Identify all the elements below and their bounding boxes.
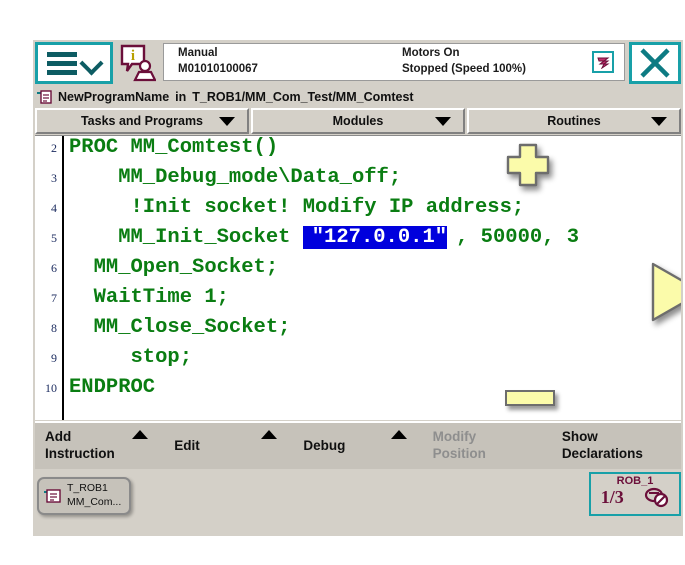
operator-info-button[interactable]: i [113,40,163,86]
edit-button[interactable]: Edit [164,423,293,469]
line-number: 10 [35,381,60,396]
code-text: MM_Close_Socket; [60,316,290,339]
line-number: 2 [35,141,60,156]
caret-down-icon [219,117,235,126]
task-fraction-label: 1/3 [601,487,624,508]
program-editor-icon [43,486,63,506]
controller-id-label: M01010100067 [178,62,388,78]
caret-down-icon [651,117,667,126]
line-number: 7 [35,291,60,306]
rect-highlight-shape [505,390,555,406]
close-x-icon [638,46,672,80]
code-editor[interactable]: 2 PROC MM_Comtest() 3 MM_Debug_mode\Data… [35,135,681,420]
add-instruction-label: Add Instruction [45,429,115,463]
code-line-selected[interactable]: 5 MM_Init_Socket "127.0.0.1", 50000, 3 [35,226,681,256]
debug-button[interactable]: Debug [293,423,422,469]
operating-mode-label: Manual [178,46,388,62]
line-number: 4 [35,201,60,216]
code-text: !Init socket! Modify IP address; [60,196,524,219]
selected-argument[interactable]: "127.0.0.1" [303,226,447,249]
code-text: MM_Init_Socket [60,226,303,249]
selector-tab-row: Tasks and Programs Modules Routines [33,108,683,134]
taskbar: T_ROB1 MM_Com... ROB_1 1/3 [33,469,683,523]
line-number: 8 [35,321,60,336]
motors-state-field: Motors On Stopped (Speed 100%) [388,46,526,77]
svg-text:i: i [131,48,135,64]
plus-highlight-shape [505,142,551,193]
tasks-and-programs-label: Tasks and Programs [81,114,203,128]
tasks-and-programs-dropdown[interactable]: Tasks and Programs [35,108,249,134]
function-key-bar: Add Instruction Edit Debug Modify Positi… [35,421,681,469]
gutter-divider [62,136,64,420]
code-line[interactable]: 9 stop; [35,346,681,376]
code-line[interactable]: 2 PROC MM_Comtest() [35,136,681,166]
status-field-group: Manual M01010100067 Motors On Stopped (S… [163,43,625,81]
code-text-tail: , 50000, 3 [447,226,579,249]
hamburger-menu-icon [47,52,77,75]
code-text: ENDPROC [60,376,155,399]
program-module-icon [36,89,52,105]
code-text: MM_Debug_mode\Data_off; [60,166,401,189]
operator-info-icon: i [120,44,156,82]
execution-state-label: Stopped (Speed 100%) [402,62,526,78]
top-status-bar: i Manual M01010100067 Motors On Stopped … [33,40,683,86]
edit-label: Edit [174,438,200,455]
chevron-down-icon [82,53,102,73]
line-number: 6 [35,261,60,276]
code-line[interactable]: 4 !Init socket! Modify IP address; [35,196,681,226]
code-text: PROC MM_Comtest() [60,136,278,159]
caret-up-icon [132,430,148,439]
line-number: 9 [35,351,60,366]
breadcrumb-separator: in [175,90,186,104]
triangle-highlight-shape [648,261,681,328]
breadcrumb-program-name: NewProgramName [58,90,169,104]
show-declarations-label: Show Declarations [562,429,643,463]
debug-label: Debug [303,438,345,455]
caret-up-icon [391,430,407,439]
taskbar-item-program-editor[interactable]: T_ROB1 MM_Com... [37,477,131,515]
breadcrumb-path: T_ROB1/MM_Com_Test/MM_Comtest [192,90,413,104]
taskbar-item-label: T_ROB1 MM_Com... [67,482,121,509]
routines-dropdown[interactable]: Routines [467,108,681,134]
code-text: WaitTime 1; [60,286,229,309]
caret-down-icon [435,117,451,126]
no-entry-icon [643,486,669,508]
code-line[interactable]: 10 ENDPROC [35,376,681,406]
flexpendant-window: i Manual M01010100067 Motors On Stopped … [33,40,683,536]
line-number: 5 [35,231,60,246]
close-button[interactable] [629,42,681,84]
operating-mode-field: Manual M01010100067 [164,46,388,77]
breadcrumb: NewProgramName in T_ROB1/MM_Com_Test/MM_… [33,86,683,108]
code-line[interactable]: 3 MM_Debug_mode\Data_off; [35,166,681,196]
caret-up-icon [261,430,277,439]
modules-dropdown[interactable]: Modules [251,108,465,134]
robot-status-panel[interactable]: ROB_1 1/3 [589,472,681,516]
production-window-icon [597,56,610,69]
code-line[interactable]: 6 MM_Open_Socket; [35,256,681,286]
routines-label: Routines [547,114,600,128]
code-text: MM_Open_Socket; [60,256,278,279]
main-menu-button[interactable] [35,42,113,84]
code-text: stop; [60,346,192,369]
modules-label: Modules [333,114,384,128]
modify-position-label: Modify Position [433,429,486,463]
code-line[interactable]: 8 MM_Close_Socket; [35,316,681,346]
line-number: 3 [35,171,60,186]
production-window-button[interactable] [592,51,614,73]
add-instruction-button[interactable]: Add Instruction [35,423,164,469]
motors-state-label: Motors On [402,46,526,62]
modify-position-button: Modify Position [423,423,552,469]
code-line[interactable]: 7 WaitTime 1; [35,286,681,316]
show-declarations-button[interactable]: Show Declarations [552,423,681,469]
